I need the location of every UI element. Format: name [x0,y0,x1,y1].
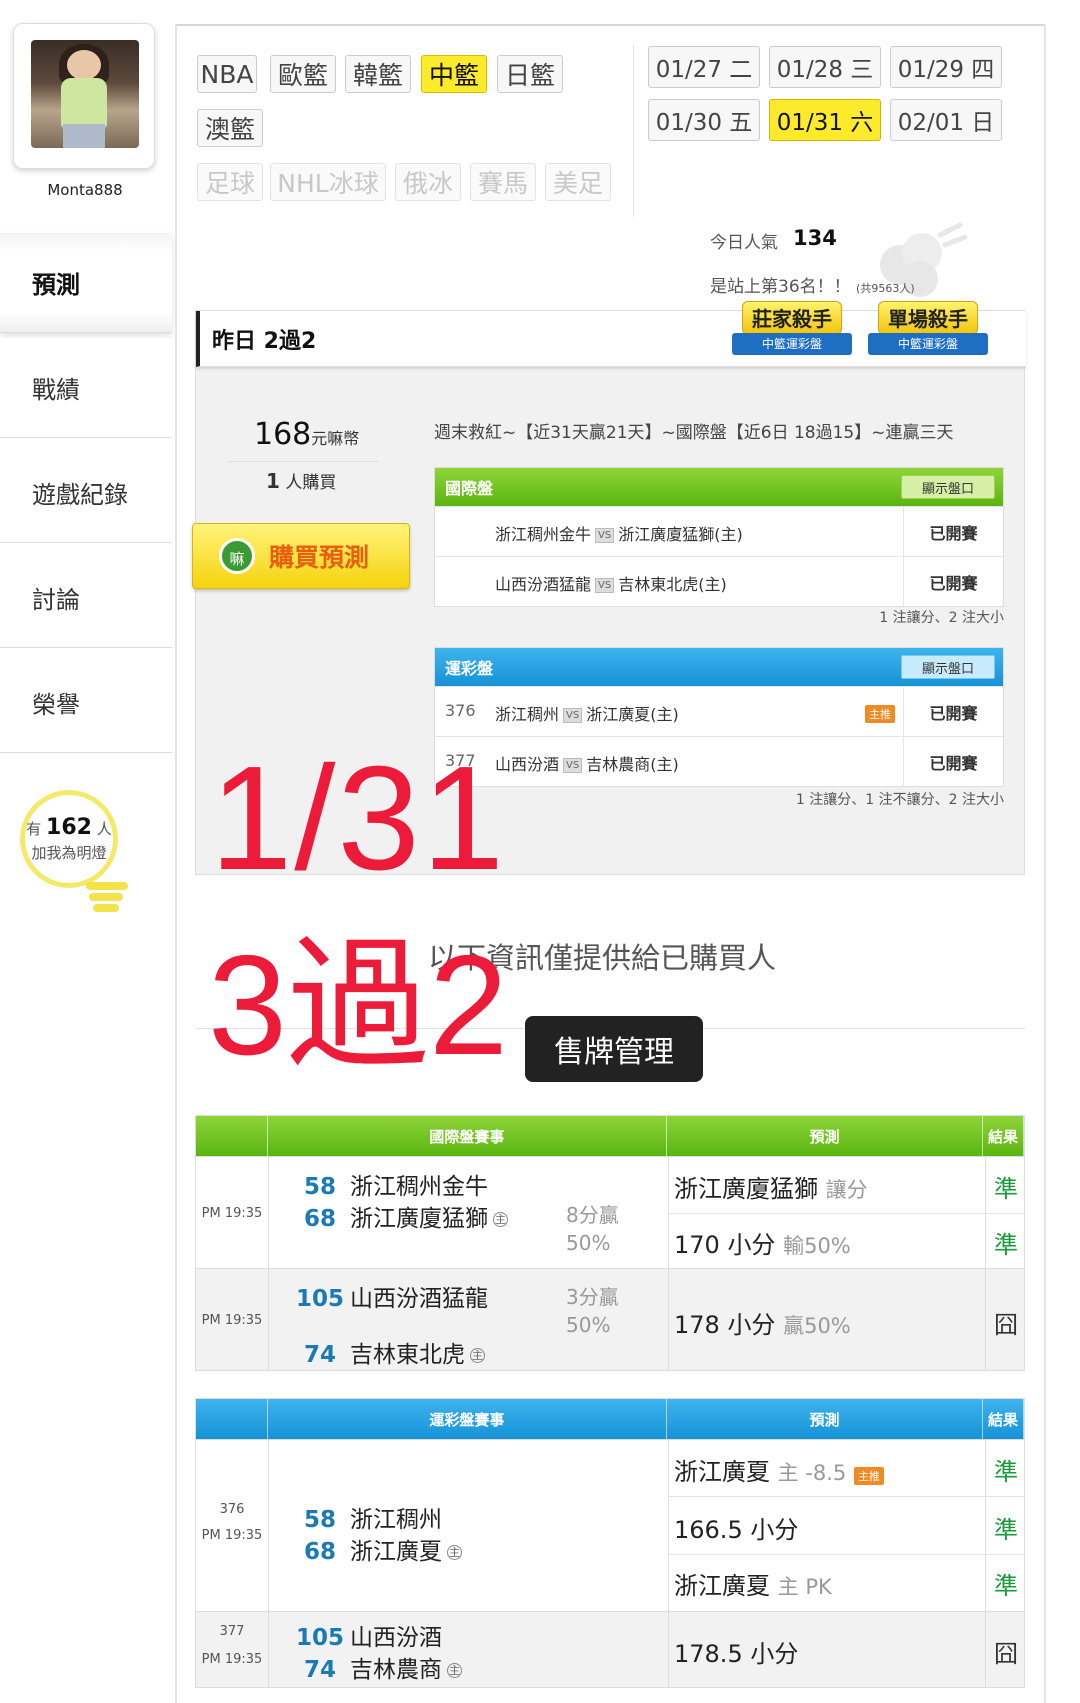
table-row: 376 PM 19:35 58 浙江稠州 68 浙江廣夏主 浙江廣夏 主 -8.5 … [196,1439,1026,1611]
sidebar-item-game-history[interactable]: 遊戲紀錄 [0,443,172,543]
fans-count: 162 [46,815,92,840]
intl-results-table: 國際盤賽事 預測 結果 PM 19:35 58 浙江稠州金牛 68 浙江廣廈猛獅主 … [195,1115,1026,1371]
league-tab-korea[interactable]: 韓籃 [345,55,411,93]
sales-management-button[interactable]: 售牌管理 [525,1016,703,1082]
result-mark: 準 [994,1231,1018,1259]
league-tab-soccer: 足球 [197,163,263,201]
league-tab-euro[interactable]: 歐籃 [270,55,336,93]
sidebar-item-discussion[interactable]: 討論 [0,548,172,648]
prediction-description: 週末救紅~【近31天贏21天】~國際盤【近6日 18過15】~連贏三天 [434,423,954,443]
table-row: 377 PM 19:35 105 山西汾酒 74 吉林農商主 178.5 小分 囧 [196,1611,1024,1687]
show-odds-button[interactable]: 顯示盤口 [901,655,995,679]
overlay-result: 3過2 [208,926,508,1085]
lottery-results-table: 運彩盤賽事 預測 結果 376 PM 19:35 58 浙江稠州 68 浙江廣夏主 … [195,1398,1026,1688]
result-mark: 囧 [994,1640,1018,1668]
fans-prefix: 有 [26,820,42,838]
intl-note: 1 注讓分、2 注大小 [879,610,1004,626]
date-tab-0201[interactable]: 02/01 日 [890,99,1002,141]
table-row: PM 19:35 105 山西汾酒猛龍 74 吉林東北虎主 3分贏 50% 178 小… [196,1268,1024,1370]
table-row: 浙江稠州金牛 VS 浙江廣廈猛獅(主) 已開賽 [435,506,1003,557]
result-mark: 準 [994,1516,1018,1544]
league-tab-nhl: NHL冰球 [270,163,386,201]
yesterday-title: 昨日 2過2 [212,329,317,354]
show-odds-button[interactable]: 顯示盤口 [901,475,995,499]
league-tab-nfl: 美足 [545,163,611,201]
lightbulb-icon [86,882,128,912]
yesterday-header: 昨日 2過2 莊家殺手 中籃運彩盤 單場殺手 中籃運彩盤 [196,301,1026,367]
league-tab-australia[interactable]: 澳籃 [197,109,263,147]
league-tab-khl: 俄冰 [395,163,461,201]
lottery-odds-table: 運彩盤 顯示盤口 376 浙江稠州 VS 浙江廣夏(主) 主推 已開賽 377 山西… [434,647,1004,787]
result-mark: 準 [994,1175,1018,1203]
frame-top [175,24,1045,26]
sidebar-item-predictions[interactable]: 預測 [0,233,172,333]
avatar-card[interactable] [13,23,155,169]
popularity-label: 今日人氣 [710,233,778,253]
buy-prediction-button[interactable]: 嘛 購買預測 [192,523,410,589]
price: 168元嘛幣 [254,417,360,452]
coin-icon: 嘛 [219,538,255,574]
divider [633,45,634,217]
league-tab-nba[interactable]: NBA [197,55,257,93]
frame-left [175,24,177,1703]
date-tab-0131[interactable]: 01/31 六 [769,99,881,141]
league-tab-horse: 賽馬 [470,163,536,201]
date-tab-0129[interactable]: 01/29 四 [890,46,1002,88]
result-mark: 準 [994,1572,1018,1600]
sidebar-item-honors[interactable]: 榮譽 [0,653,172,753]
result-mark: 囧 [994,1311,1018,1339]
top-pick-tag: 主推 [853,1467,884,1485]
top-pick-tag: 主推 [865,705,895,723]
result-mark: 準 [994,1458,1018,1486]
league-tab-china[interactable]: 中籃 [421,55,487,93]
table-row: 山西汾酒猛龍 VS 吉林東北虎(主) 已開賽 [435,556,1003,607]
table-row: 377 山西汾酒 VS 吉林農商(主) 已開賽 [435,736,1003,787]
table-row: 376 浙江稠州 VS 浙江廣夏(主) 主推 已開賽 [435,686,1003,737]
intl-odds-table: 國際盤 顯示盤口 浙江稠州金牛 VS 浙江廣廈猛獅(主) 已開賽 山西汾酒猛龍 VS 吉… [434,467,1004,607]
date-tab-0130[interactable]: 01/30 五 [648,99,760,141]
popularity-value: 134 [793,226,837,250]
date-tab-0127[interactable]: 01/27 二 [648,46,760,88]
banker-killer-badge: 莊家殺手 中籃運彩盤 [732,301,852,367]
frame-right [1044,24,1046,1703]
sidebar: Monta888 預測 戰績 遊戲紀錄 討論 榮譽 有 162 人 加我為明燈 [0,0,175,1703]
username[interactable]: Monta888 [0,181,170,199]
buyers-count: 1 人購買 [266,469,337,493]
lottery-note: 1 注讓分、1 注不讓分、2 注大小 [795,792,1004,808]
league-tab-japan[interactable]: 日籃 [497,55,563,93]
fans-unit: 人 [96,820,112,838]
date-tab-0128[interactable]: 01/28 三 [769,46,881,88]
single-killer-badge: 單場殺手 中籃運彩盤 [868,301,988,367]
fans-text: 加我為明燈 [31,844,107,862]
table-row: PM 19:35 58 浙江稠州金牛 68 浙江廣廈猛獅主 8分贏 50% 浙江廣廈猛… [196,1156,1026,1268]
avatar[interactable] [31,40,139,148]
sidebar-item-record[interactable]: 戰績 [0,338,172,438]
fans-lightbulb[interactable]: 有 162 人 加我為明燈 [20,790,118,888]
rank-text: 是站上第36名！！ (共9563人) [710,277,915,297]
overlay-date: 1/31 [210,736,507,901]
